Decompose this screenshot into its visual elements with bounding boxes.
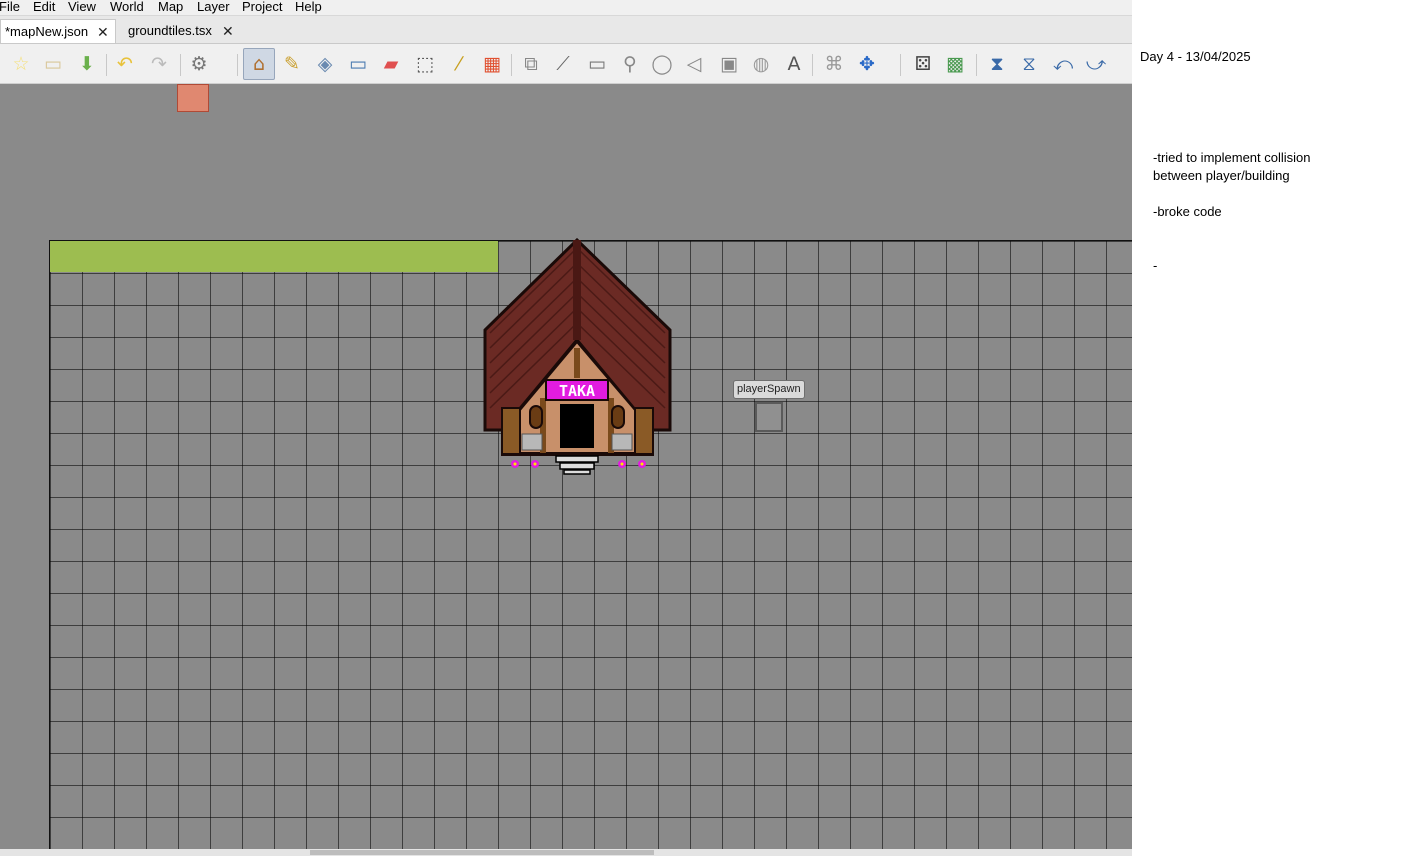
house-door: [560, 404, 594, 448]
house-foundation: [611, 433, 633, 451]
save-icon[interactable]: ⬇: [76, 53, 98, 75]
redo-icon[interactable]: ↷: [148, 53, 170, 75]
house-step: [555, 455, 599, 463]
menu-bar: File Edit View World Map Layer Project H…: [0, 0, 1132, 16]
scrollbar-thumb[interactable]: [310, 850, 654, 855]
edit-polygons-icon[interactable]: ⟋: [552, 53, 574, 75]
insert-template-icon[interactable]: ◍: [750, 53, 772, 75]
menu-map[interactable]: Map: [158, 0, 183, 15]
menu-file[interactable]: File: [0, 0, 20, 15]
insert-point-icon[interactable]: ⚲: [619, 53, 641, 75]
menu-project[interactable]: Project: [242, 0, 282, 15]
note-line: -broke code: [1153, 204, 1222, 219]
move-icon[interactable]: ✥: [856, 53, 878, 75]
close-icon[interactable]: ✕: [222, 19, 234, 43]
tab-label: *mapNew.json: [5, 24, 89, 39]
house-foundation: [521, 433, 543, 451]
rotate-right-icon[interactable]: ⤻: [1085, 53, 1107, 75]
stamp-brush-icon[interactable]: ⌂: [248, 53, 270, 75]
toolbar-separator: [106, 54, 107, 76]
notes-panel: Day 4 - 13/04/2025 -tried to implement c…: [1132, 0, 1423, 856]
insert-text-icon[interactable]: A: [783, 53, 805, 75]
player-spawn-label: playerSpawn: [733, 380, 805, 399]
terrain-brush-icon[interactable]: ✎: [281, 53, 303, 75]
open-file-icon[interactable]: ▭: [42, 53, 64, 75]
menu-layer[interactable]: Layer: [197, 0, 230, 15]
menu-view[interactable]: View: [68, 0, 96, 15]
menu-world[interactable]: World: [110, 0, 144, 15]
house-window-right: [611, 405, 625, 429]
toolbar-separator: [900, 54, 901, 76]
notes-title: Day 4 - 13/04/2025: [1140, 49, 1251, 64]
insert-polygon-icon[interactable]: ◁: [683, 53, 705, 75]
close-icon[interactable]: ✕: [97, 20, 109, 44]
insert-rectangle-icon[interactable]: ▭: [586, 53, 608, 75]
tab-groundtiles[interactable]: groundtiles.tsx ✕: [124, 19, 240, 43]
select-same-tile-icon[interactable]: ▦: [481, 53, 503, 75]
insert-ellipse-icon[interactable]: ◯: [651, 53, 673, 75]
select-objects-icon[interactable]: ⧉: [520, 53, 542, 75]
player-spawn-object[interactable]: [755, 402, 783, 432]
tab-mapnew[interactable]: *mapNew.json ✕: [0, 19, 116, 43]
rotate-left-icon[interactable]: ⤺: [1052, 53, 1074, 75]
toolbar-separator: [237, 54, 238, 76]
toolbar-separator: [976, 54, 977, 76]
toolbar-separator: [511, 54, 512, 76]
main-toolbar: ☆ ▭ ⬇ ↶ ↷ ⚙ ⌂ ✎ ◈ ▭ ▰ ⬚ ⁄ ▦ ⧉ ⟋ ▭ ⚲ ◯ ◁ ▣ ◍ A ⌘ ✥ ⚄ ▩ ⧗ ⧖ ⤺ ⤻: [0, 44, 1132, 84]
note-line: between player/building: [1153, 168, 1290, 183]
magic-wand-icon[interactable]: ⁄: [448, 53, 470, 75]
eraser-icon[interactable]: ▰: [380, 53, 402, 75]
toolbar-separator: [180, 54, 181, 76]
house-window-left: [529, 405, 543, 429]
tab-label: groundtiles.tsx: [128, 23, 212, 38]
map-canvas[interactable]: TAKA playerSpawn: [0, 84, 1132, 856]
layer-offset-icon[interactable]: ⌘: [823, 53, 845, 75]
random-mode-icon[interactable]: ⚄: [912, 53, 934, 75]
undo-icon[interactable]: ↶: [114, 53, 136, 75]
flip-horizontal-icon[interactable]: ⧗: [986, 53, 1008, 75]
toolbar-separator: [812, 54, 813, 76]
rectangular-select-icon[interactable]: ⬚: [414, 53, 436, 75]
wang-fill-icon[interactable]: ▩: [944, 53, 966, 75]
insert-tile-icon[interactable]: ▣: [718, 53, 740, 75]
roof-ridge: [573, 240, 581, 340]
grass-tile-row: [50, 241, 498, 272]
house-wall-right: [634, 407, 654, 456]
shape-fill-icon[interactable]: ▭: [347, 53, 369, 75]
house-beam: [574, 348, 580, 378]
house-wall-left: [501, 407, 521, 456]
house-step: [563, 469, 591, 475]
flip-vertical-icon[interactable]: ⧖: [1018, 53, 1040, 75]
note-line: -tried to implement collision: [1153, 150, 1311, 165]
house-step: [559, 462, 595, 470]
horizontal-scrollbar[interactable]: [0, 849, 1132, 856]
document-tab-bar: *mapNew.json ✕ groundtiles.tsx ✕: [0, 16, 1132, 44]
note-line: -: [1153, 258, 1158, 273]
menu-help[interactable]: Help: [295, 0, 322, 15]
new-map-icon[interactable]: ☆: [10, 53, 32, 75]
tiled-editor-window: File Edit View World Map Layer Project H…: [0, 0, 1132, 856]
house-tile[interactable]: TAKA: [480, 238, 675, 478]
house-sign-text: TAKA: [559, 382, 595, 400]
commands-icon[interactable]: ⚙: [188, 53, 210, 75]
red-tile: [177, 84, 209, 112]
bucket-fill-icon[interactable]: ◈: [314, 53, 336, 75]
menu-edit[interactable]: Edit: [33, 0, 55, 15]
